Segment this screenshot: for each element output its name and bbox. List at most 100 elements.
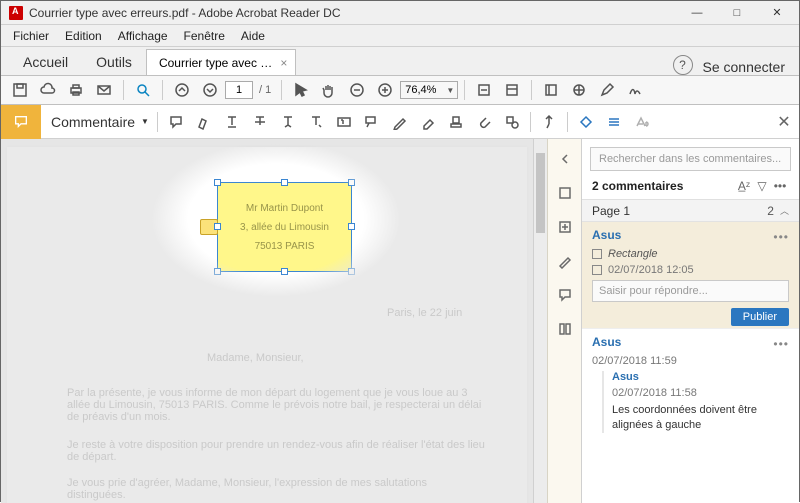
- pdf-page: Mr Martin Dupont 3, allée du Limousin 75…: [7, 147, 527, 503]
- rail-create-icon[interactable]: [555, 217, 575, 237]
- fill-color-icon[interactable]: [572, 108, 600, 136]
- page-down-icon[interactable]: [197, 77, 223, 103]
- fit-width-icon[interactable]: [471, 77, 497, 103]
- menu-view[interactable]: Affichage: [110, 27, 176, 45]
- rail-organize-icon[interactable]: [555, 319, 575, 339]
- workspace: Mr Martin Dupont 3, allée du Limousin 75…: [1, 139, 799, 503]
- strikethrough-icon[interactable]: [246, 108, 274, 136]
- rail-export-icon[interactable]: [555, 183, 575, 203]
- fit-page-icon[interactable]: [499, 77, 525, 103]
- rail-edit-icon[interactable]: [555, 251, 575, 271]
- pencil-icon[interactable]: [386, 108, 414, 136]
- reply-input[interactable]: Saisir pour répondre...: [592, 280, 789, 302]
- hand-icon[interactable]: [316, 77, 342, 103]
- chevron-down-icon: ▼: [446, 86, 457, 95]
- textbox-icon[interactable]: [330, 108, 358, 136]
- sticky-line: 3, allée du Limousin: [240, 222, 329, 233]
- page-number-input[interactable]: [225, 81, 253, 99]
- page-total-label: / 1: [255, 84, 275, 96]
- menu-window[interactable]: Fenêtre: [176, 27, 233, 45]
- sign-icon[interactable]: [622, 77, 648, 103]
- page-up-icon[interactable]: [169, 77, 195, 103]
- save-icon[interactable]: [7, 77, 33, 103]
- resize-handle[interactable]: [214, 223, 221, 230]
- more-icon[interactable]: •••: [771, 179, 789, 193]
- vertical-scrollbar[interactable]: [533, 139, 547, 503]
- zoom-value: 76,4%: [405, 84, 436, 96]
- comment-menu-icon[interactable]: •••: [773, 230, 789, 244]
- tab-tools[interactable]: Outils: [82, 49, 146, 75]
- reply-timestamp: 02/07/2018 11:58: [612, 387, 697, 399]
- print-icon[interactable]: [63, 77, 89, 103]
- comments-search-input[interactable]: Rechercher dans les commentaires...: [590, 147, 791, 171]
- cloud-icon[interactable]: [35, 77, 61, 103]
- chevron-down-icon[interactable]: ▼: [141, 117, 149, 126]
- sticky-note-icon[interactable]: [162, 108, 190, 136]
- comment-item[interactable]: Asus ••• 02/07/2018 11:59 Asus 02/07/201…: [582, 328, 799, 435]
- replace-text-icon[interactable]: [274, 108, 302, 136]
- signin-link[interactable]: Se connecter: [703, 59, 792, 75]
- menu-help[interactable]: Aide: [233, 27, 273, 45]
- tab-home[interactable]: Accueil: [9, 49, 82, 75]
- doc-paragraph: Je reste à votre disposition pour prendr…: [67, 439, 487, 463]
- scrollbar-thumb[interactable]: [536, 153, 545, 233]
- menu-edit[interactable]: Edition: [57, 27, 110, 45]
- edit-icon[interactable]: [594, 77, 620, 103]
- publish-button[interactable]: Publier: [731, 308, 789, 326]
- sticky-line: Mr Martin Dupont: [246, 203, 323, 214]
- eraser-icon[interactable]: [414, 108, 442, 136]
- pointer-icon[interactable]: [288, 77, 314, 103]
- resize-handle[interactable]: [348, 268, 355, 275]
- underline-text-icon[interactable]: [218, 108, 246, 136]
- resize-handle[interactable]: [348, 179, 355, 186]
- rail-comment-icon[interactable]: [555, 285, 575, 305]
- menu-file[interactable]: Fichier: [5, 27, 57, 45]
- attachment-icon[interactable]: [470, 108, 498, 136]
- read-aloud-icon[interactable]: [538, 77, 564, 103]
- mail-icon[interactable]: [91, 77, 117, 103]
- zoom-out-icon[interactable]: [344, 77, 370, 103]
- resize-handle[interactable]: [281, 179, 288, 186]
- doc-paragraph: Par la présente, je vous informe de mon …: [67, 387, 487, 423]
- tab-bar: Accueil Outils Courrier type avec … × ? …: [1, 47, 799, 75]
- tab-document[interactable]: Courrier type avec … ×: [146, 49, 296, 75]
- comment-menu-icon[interactable]: •••: [773, 337, 789, 351]
- zoom-level-dropdown[interactable]: 76,4% ▼: [400, 81, 458, 99]
- comment-item[interactable]: Asus ••• Rectangle 02/07/2018 12:05 Sais…: [582, 222, 799, 328]
- close-panel-icon[interactable]: ✕: [769, 112, 799, 132]
- insert-text-icon[interactable]: [302, 108, 330, 136]
- checkbox-icon[interactable]: [592, 265, 602, 275]
- search-icon[interactable]: [130, 77, 156, 103]
- help-icon[interactable]: ?: [673, 55, 693, 75]
- shapes-icon[interactable]: [498, 108, 526, 136]
- resize-handle[interactable]: [281, 268, 288, 275]
- window-close-button[interactable]: ✕: [757, 1, 797, 25]
- tab-document-label: Courrier type avec …: [159, 56, 272, 70]
- comment-timestamp: 02/07/2018 12:05: [608, 264, 694, 276]
- text-style-icon[interactable]: [628, 108, 656, 136]
- annotate-icon[interactable]: [566, 77, 592, 103]
- window-title: Courrier type avec erreurs.pdf - Adobe A…: [29, 6, 677, 20]
- resize-handle[interactable]: [214, 268, 221, 275]
- resize-handle[interactable]: [348, 223, 355, 230]
- comment-mode-icon[interactable]: [1, 105, 41, 139]
- comments-list: Asus ••• Rectangle 02/07/2018 12:05 Sais…: [582, 222, 799, 503]
- resize-handle[interactable]: [214, 179, 221, 186]
- zoom-in-icon[interactable]: [372, 77, 398, 103]
- callout-icon[interactable]: [358, 108, 386, 136]
- stamp-icon[interactable]: [442, 108, 470, 136]
- tab-close-icon[interactable]: ×: [280, 56, 287, 70]
- filter-icon[interactable]: ▽: [753, 179, 771, 193]
- window-titlebar: Courrier type avec erreurs.pdf - Adobe A…: [1, 1, 799, 25]
- window-maximize-button[interactable]: □: [717, 1, 757, 25]
- document-viewport[interactable]: Mr Martin Dupont 3, allée du Limousin 75…: [1, 139, 533, 503]
- comments-page-section[interactable]: Page 1 2 ︿: [582, 200, 799, 222]
- highlight-icon[interactable]: [190, 108, 218, 136]
- sticky-note-annotation[interactable]: Mr Martin Dupont 3, allée du Limousin 75…: [217, 182, 352, 272]
- window-minimize-button[interactable]: —: [677, 1, 717, 25]
- sort-icon[interactable]: A̲ᶻ: [735, 179, 753, 193]
- reply-author: Asus: [612, 371, 789, 383]
- line-thickness-icon[interactable]: [600, 108, 628, 136]
- pin-icon[interactable]: [535, 108, 563, 136]
- rail-expand-icon[interactable]: [555, 149, 575, 169]
